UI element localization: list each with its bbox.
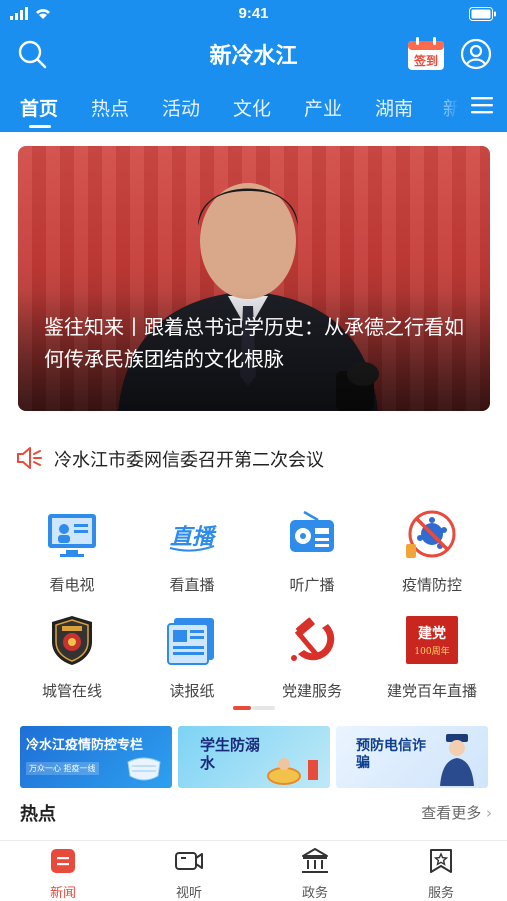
page-dot [253,706,275,710]
service-label: 看直播 [169,576,215,594]
bottom-tab-bar: 新闻 视听 政务 服务 [0,840,507,901]
service-radio[interactable]: 听广播 [257,508,367,595]
banner-drowning-prevention[interactable]: 学生防溺水 [178,726,330,788]
tab-activity[interactable]: 活动 [162,94,200,121]
checkin-button[interactable]: 签到 [407,37,445,71]
hammer-sickle-icon [291,617,335,661]
swimming-ring-icon [267,758,318,785]
mask-icon [127,757,161,781]
tab-culture[interactable]: 文化 [233,94,271,121]
svg-text:建党: 建党 [418,625,446,642]
newspaper-icon [167,618,214,665]
status-time: 9:41 [238,5,269,22]
ticker-text: 冷水江市委网信委召开第二次会议 [54,450,324,471]
bottom-tab-label: 新闻 [49,886,76,901]
channel-tabs: 首页 热点 活动 文化 产业 湖南 新 [0,80,507,132]
service-watch-live[interactable]: 直播 看直播 [137,508,247,595]
service-label: 城管在线 [41,682,102,700]
tv-news-icon [48,514,96,557]
bottom-tab-label: 服务 [427,886,454,901]
urban-management-badge-icon [52,616,92,665]
battery-icon [469,7,496,21]
bottom-tab-label: 政务 [301,886,328,901]
service-label: 党建服务 [281,682,342,700]
service-watch-tv[interactable]: 看电视 [17,508,127,595]
virus-prevention-icon [406,510,456,558]
bottom-tab-service[interactable]: 服务 [401,847,481,901]
page-dot-active [233,706,251,710]
speaker-icon [17,447,42,469]
checkin-label: 签到 [413,53,438,68]
bottom-tab-government[interactable]: 政务 [275,847,355,901]
news-icon [51,849,75,873]
svg-text:100周年: 100周年 [414,645,449,657]
live-icon: 直播 [169,524,217,552]
tab-hunan[interactable]: 湖南 [375,94,413,121]
user-profile-icon[interactable] [460,38,492,70]
service-label: 听广播 [289,576,335,594]
status-bar: 9:41 [0,0,507,28]
hot-section-title: 热点 [20,804,56,825]
service-party-building[interactable]: 党建服务 [257,614,367,701]
party-centenary-icon: 建党 100周年 [406,616,458,664]
service-label: 读报纸 [169,682,215,700]
svg-text:直播: 直播 [170,524,217,550]
service-urban-management[interactable]: 城管在线 [17,614,127,701]
service-star-icon [430,849,452,873]
government-building-icon [302,848,328,873]
service-label: 建党百年直播 [386,682,477,700]
service-label: 看电视 [49,576,95,594]
radio-icon [290,510,334,552]
chevron-right-icon: › [486,804,492,822]
view-more-link[interactable]: 查看更多 › [421,802,492,823]
banner-title: 学生防溺水 [200,736,261,772]
service-read-newspaper[interactable]: 读报纸 [137,614,247,701]
tab-hot[interactable]: 热点 [91,94,129,121]
calendar-checkin-icon: 签到 [408,37,444,70]
banner-telecom-fraud[interactable]: 预防电信诈骗 [336,726,488,788]
banner-title: 预防电信诈骗 [356,738,426,771]
bottom-tab-video[interactable]: 视听 [149,847,229,901]
hero-banner[interactable]: 鉴往知来丨跟着总书记学历史：从承德之行看如何传承民族团结的文化根脉 [18,146,490,411]
bottom-tab-news[interactable]: 新闻 [23,847,103,901]
banner-epidemic-column[interactable]: 冷水江疫情防控专栏 万众一心 拒疫一线 [20,726,172,788]
bottom-tab-label: 视听 [175,886,202,901]
banner-title: 冷水江疫情防控专栏 [26,738,144,753]
service-party-centenary-live[interactable]: 建党 100周年 建党百年直播 [377,614,487,701]
promo-banners: 冷水江疫情防控专栏 万众一心 拒疫一线 学生防溺水 预防电信诈骗 [20,726,488,788]
view-more-label: 查看更多 [421,804,482,822]
service-label: 疫情防控 [401,576,462,594]
app-header: 新冷水江 签到 [0,28,507,80]
tab-fade [435,80,459,132]
video-camera-icon [175,852,203,870]
hero-caption: 鉴往知来丨跟着总书记学历史：从承德之行看如何传承民族团结的文化根脉 [44,315,464,371]
news-ticker[interactable]: 冷水江市委网信委召开第二次会议 [16,443,496,473]
active-tab-indicator [29,125,51,128]
grid-page-indicator [233,706,275,710]
tab-home[interactable]: 首页 [20,94,58,121]
menu-icon[interactable] [471,95,493,115]
police-officer-icon [440,734,474,786]
service-epidemic-control[interactable]: 疫情防控 [377,508,487,595]
tab-industry[interactable]: 产业 [304,94,342,121]
hot-section-header: 热点 查看更多 › [20,798,492,828]
banner-subtitle: 万众一心 拒疫一线 [26,762,99,775]
